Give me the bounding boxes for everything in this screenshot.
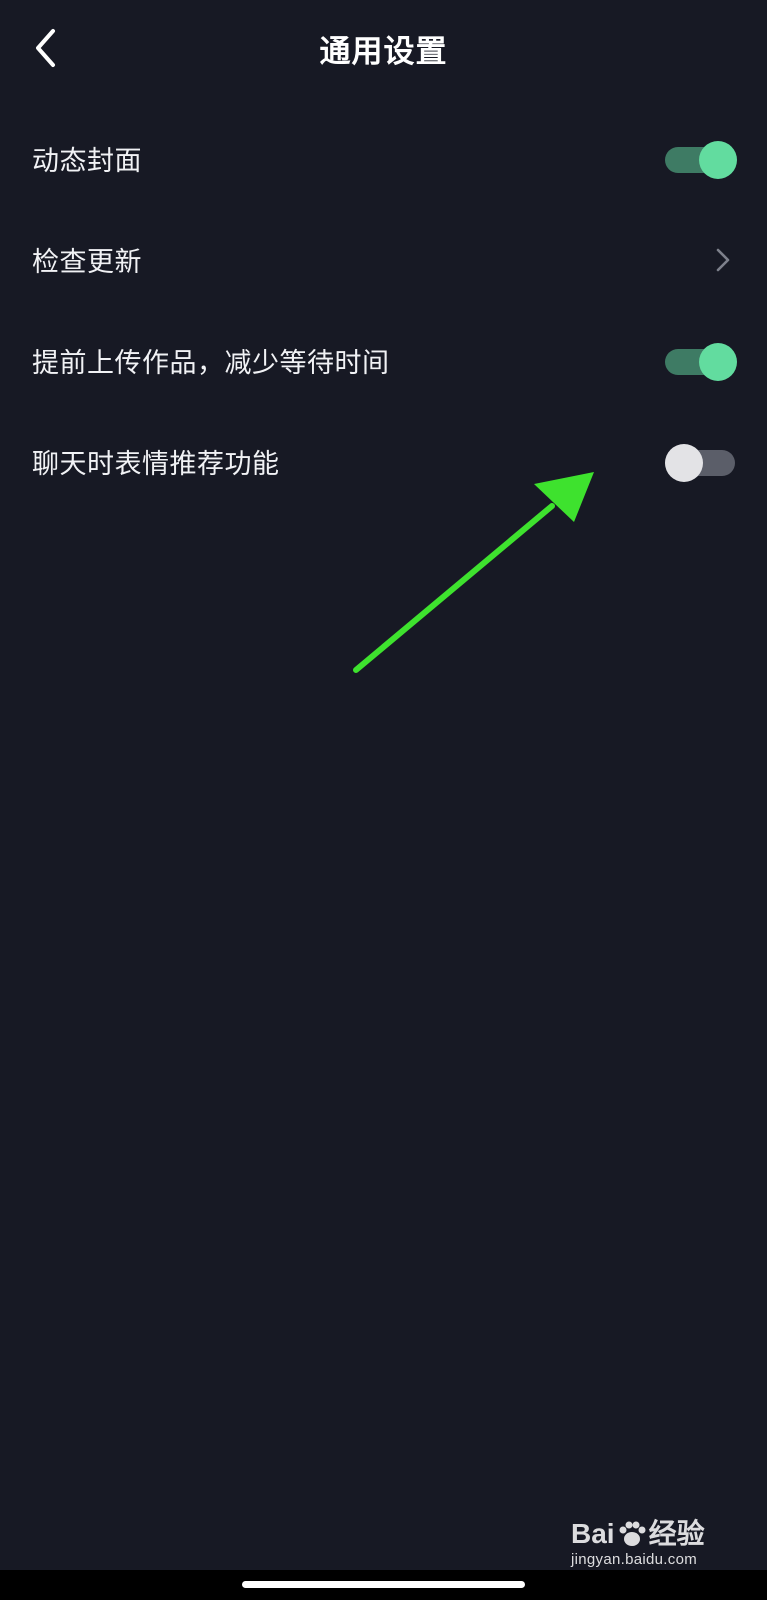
watermark-brand: Bai 经验 (571, 1519, 731, 1549)
setting-label: 提前上传作品，减少等待时间 (32, 348, 390, 379)
page-title: 通用设置 (319, 34, 448, 70)
paw-icon (619, 1521, 646, 1546)
nav-bar: 通用设置 (0, 0, 767, 100)
watermark-brand-left: Bai (571, 1518, 615, 1549)
setting-label: 检查更新 (32, 247, 142, 278)
watermark: Bai 经验 jingyan.baidu.com (571, 1519, 731, 1569)
setting-label: 聊天时表情推荐功能 (32, 449, 280, 480)
toggle-knob (665, 443, 703, 482)
dynamic-cover-toggle[interactable] (665, 139, 737, 179)
watermark-url: jingyan.baidu.com (571, 1551, 698, 1568)
setting-row-pre-upload: 提前上传作品，减少等待时间 (0, 310, 767, 411)
settings-list: 动态封面 检查更新 提前上传作品，减少等待时间 聊天时表情推荐功能 (0, 108, 767, 512)
setting-row-dynamic-cover: 动态封面 (0, 108, 767, 209)
toggle-knob (699, 342, 737, 381)
chevron-right-icon (711, 240, 735, 280)
setting-row-emoji-recommend: 聊天时表情推荐功能 (0, 411, 767, 512)
toggle-knob (699, 140, 737, 179)
home-indicator[interactable] (242, 1581, 525, 1588)
emoji-recommend-toggle[interactable] (665, 442, 737, 482)
watermark-brand-right: 经验 (648, 1518, 705, 1549)
setting-row-check-update[interactable]: 检查更新 (0, 209, 767, 310)
setting-label: 动态封面 (32, 146, 142, 177)
pre-upload-toggle[interactable] (665, 341, 737, 381)
